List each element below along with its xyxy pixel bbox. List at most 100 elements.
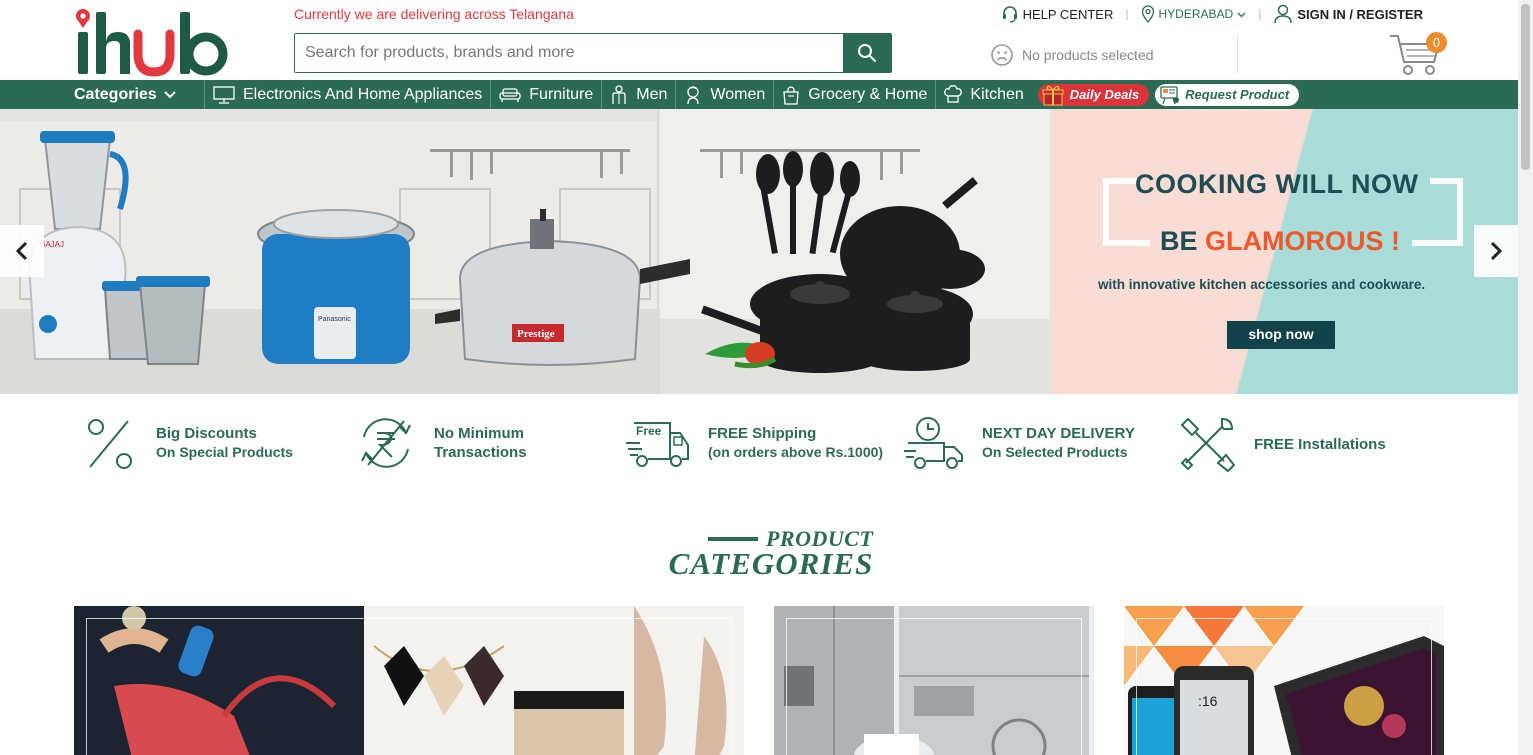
divider	[1237, 34, 1238, 74]
nav-item-grocery[interactable]: Grocery & Home	[773, 80, 935, 109]
chevron-down-icon	[1237, 12, 1246, 17]
feature-free-installations: FREE Installations	[1178, 415, 1386, 473]
feature-title: FREE Shipping	[708, 425, 817, 442]
nav-item-label: Electronics And Home Appliances	[243, 85, 483, 103]
location-label: HYDERABAD	[1158, 7, 1234, 21]
page-scrollbar[interactable]	[1518, 0, 1533, 755]
feature-subtitle: On Selected Products	[982, 444, 1128, 460]
divider: |	[1125, 7, 1129, 21]
man-icon	[612, 84, 626, 104]
category-card-fashion[interactable]	[74, 606, 744, 755]
nav-item-furniture[interactable]: Furniture	[490, 80, 601, 109]
request-product-button[interactable]: Request Product	[1155, 83, 1300, 106]
section-title-line2: CATEGORIES	[668, 546, 874, 581]
nav-item-label: Men	[636, 85, 668, 103]
clock-truck-icon	[904, 417, 963, 469]
feature-title: NEXT DAY DELIVERY	[982, 425, 1135, 442]
search-input[interactable]	[295, 34, 843, 72]
woman-icon	[687, 85, 700, 104]
cart-button[interactable]: 0	[1388, 30, 1448, 78]
category-card-electronics[interactable]: :16	[1124, 606, 1444, 755]
promo-highlight: GLAMOROUS !	[1205, 226, 1401, 256]
feature-subtitle: Transactions	[434, 444, 527, 461]
headset-icon	[1002, 6, 1017, 23]
no-products-label: No products selected	[1022, 47, 1154, 63]
promo-panel: COOKING WILL NOW BE GLAMOROUS ! with inn…	[1050, 109, 1518, 394]
header: ihub Currently we are delivering across …	[0, 0, 1518, 80]
feature-text: NEXT DAY DELIVERY On Selected Products	[982, 424, 1135, 462]
category-card-appliances[interactable]	[774, 606, 1094, 755]
tools-icon	[1180, 417, 1236, 473]
feature-title: No Minimum	[434, 425, 524, 442]
feature-title: Big Discounts	[156, 425, 257, 442]
divider: |	[1258, 7, 1262, 21]
user-icon	[1274, 4, 1293, 24]
nav-item-label: Kitchen	[970, 85, 1024, 103]
svg-text:Free: Free	[636, 424, 662, 438]
feature-title: FREE Installations	[1254, 435, 1386, 453]
hero-banner[interactable]: BAJAJ Panasonic Prestige COOKING WILL NO…	[0, 109, 1518, 394]
top-links: HELP CENTER | HYDERABAD | SIGN IN / REGI…	[1001, 4, 1423, 24]
feature-next-day-delivery: NEXT DAY DELIVERY On Selected Products	[904, 415, 1135, 471]
nav-item-electronics[interactable]: Electronics And Home Appliances	[204, 80, 490, 109]
kitchen-appliances-image: BAJAJ Panasonic Prestige	[0, 109, 1060, 394]
search-bar	[294, 33, 892, 73]
card-frame	[1136, 618, 1432, 755]
card-frame	[86, 618, 732, 755]
chef-hat-icon	[944, 84, 963, 103]
promo-prefix: BE	[1160, 226, 1206, 256]
help-center-label: HELP CENTER	[1022, 6, 1114, 22]
rupee-cycle-icon	[361, 418, 411, 468]
feature-strip: Big Discounts On Special Products No Min…	[74, 415, 1444, 479]
nav-item-men[interactable]: Men	[601, 80, 675, 109]
monitor-icon	[213, 85, 235, 104]
feature-free-shipping: Free FREE Shipping (on orders above Rs.1…	[626, 415, 883, 471]
svg-text:Panasonic: Panasonic	[318, 316, 351, 323]
scrollbar-thumb[interactable]	[1521, 4, 1530, 170]
feature-subtitle: On Special Products	[156, 444, 293, 460]
card-frame	[786, 618, 1082, 755]
chevron-right-icon	[1490, 241, 1503, 261]
nav-item-kitchen[interactable]: Kitchen	[935, 80, 1031, 109]
section-heading: PRODUCT CATEGORIES	[0, 526, 1518, 582]
delivery-notice: Currently we are delivering across Telan…	[294, 6, 574, 22]
daily-deals-button[interactable]: Daily Deals	[1037, 83, 1150, 106]
feature-subtitle: (on orders above Rs.1000)	[708, 444, 884, 460]
promo-subtitle: with innovative kitchen accessories and …	[1098, 277, 1426, 292]
feature-text: Big Discounts On Special Products	[156, 424, 293, 462]
search-icon	[858, 44, 876, 62]
nav-item-women[interactable]: Women	[675, 80, 773, 109]
nav-item-label: Women	[710, 85, 766, 103]
banner-prev-button[interactable]	[0, 225, 44, 277]
main-nav: Categories Electronics And Home Applianc…	[0, 80, 1518, 109]
section-heading-block: PRODUCT CATEGORIES	[669, 526, 874, 582]
heading-accent-bar	[707, 537, 758, 541]
chevron-left-icon	[15, 241, 28, 261]
svg-text:ihub: ihub	[152, 7, 154, 9]
page: ihub Currently we are delivering across …	[0, 0, 1533, 755]
nav-item-label: Furniture	[529, 85, 594, 103]
nav-item-label: Grocery & Home	[808, 85, 928, 103]
help-center-link[interactable]: HELP CENTER	[1001, 5, 1114, 23]
daily-deals-label: Daily Deals	[1069, 87, 1140, 102]
sofa-icon	[499, 87, 521, 102]
compare-status: No products selected	[990, 43, 1154, 67]
categories-menu[interactable]: Categories	[74, 86, 204, 104]
shop-now-button[interactable]: shop now	[1227, 321, 1335, 349]
search-button[interactable]	[843, 34, 891, 72]
cart-count-badge: 0	[1426, 32, 1447, 53]
sign-in-label: SIGN IN / REGISTER	[1297, 6, 1423, 22]
promo-headline-2: BE GLAMOROUS !	[1160, 226, 1400, 257]
banner-next-button[interactable]	[1474, 225, 1518, 277]
location-pin-icon	[1141, 5, 1154, 23]
feature-no-minimum: No Minimum Transactions	[356, 415, 527, 471]
free-truck-icon: Free	[626, 422, 689, 467]
svg-text:Prestige: Prestige	[517, 328, 555, 340]
ihub-logo[interactable]: ihub	[74, 6, 230, 78]
request-product-label: Request Product	[1185, 87, 1290, 102]
feature-text: FREE Shipping (on orders above Rs.1000)	[708, 424, 883, 462]
feature-text: No Minimum Transactions	[434, 424, 527, 462]
sign-in-link[interactable]: SIGN IN / REGISTER	[1273, 4, 1423, 24]
categories-label: Categories	[74, 85, 157, 103]
location-selector[interactable]: HYDERABAD	[1141, 5, 1247, 23]
